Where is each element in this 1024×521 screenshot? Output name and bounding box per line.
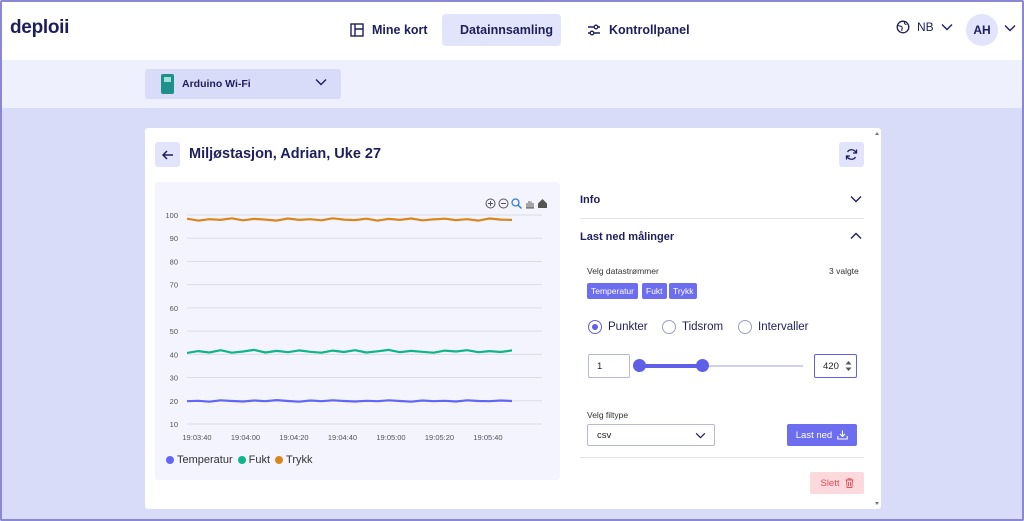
- stream-tag-trykk[interactable]: Trykk: [669, 283, 698, 299]
- legend-item-trykk[interactable]: Trykk: [275, 454, 313, 466]
- dataset-card: Miljøstasjon, Adrian, Uke 27 10 20 30 40 50 6…: [145, 128, 881, 509]
- nav-mine-kort[interactable]: Mine kort: [340, 14, 438, 46]
- chart-legend: Temperatur Fukt Trykk: [166, 454, 313, 466]
- x-tick-label: 19:04:40: [328, 433, 357, 442]
- delete-button[interactable]: Slett: [810, 472, 864, 494]
- chevron-down-icon[interactable]: [1004, 24, 1016, 32]
- language-selector[interactable]: NB: [896, 20, 953, 34]
- device-name: Arduino Wi-Fi: [182, 78, 251, 90]
- back-button[interactable]: [155, 142, 180, 167]
- accordion-title: Last ned målinger: [580, 231, 675, 243]
- chevron-up-icon: [850, 232, 862, 239]
- x-tick-label: 19:04:00: [231, 433, 260, 442]
- radio-label: Tidsrom: [682, 321, 724, 333]
- radio-label: Intervaller: [758, 321, 809, 333]
- radio-label: Punkter: [608, 321, 648, 333]
- download-button[interactable]: Last ned: [787, 424, 857, 446]
- range-slider-thumb-start[interactable]: [633, 359, 646, 372]
- legend-item-temperatur[interactable]: Temperatur: [166, 454, 233, 466]
- y-tick-label: 80: [170, 257, 178, 266]
- y-tick-label: 40: [170, 350, 178, 359]
- globe-icon: [896, 20, 910, 34]
- range-end-value: 420: [823, 360, 839, 372]
- top-navigation: deploii Mine kort Datainnsamling Kontrol…: [0, 0, 1024, 60]
- filetype-value: csv: [597, 429, 612, 441]
- legend-dot: [237, 456, 246, 464]
- series-line-temperatur: [186, 399, 513, 403]
- dashboard-icon: [350, 23, 364, 37]
- chevron-down-icon: [695, 432, 706, 439]
- download-button-label: Last ned: [795, 429, 833, 441]
- nav-label: Datainnsamling: [460, 23, 554, 37]
- divider: [580, 457, 864, 458]
- card-scrollbar[interactable]: [875, 132, 879, 505]
- streams-count: 3 valgte: [829, 266, 859, 276]
- radio-intervaller[interactable]: Intervaller: [738, 320, 809, 334]
- trash-icon: [845, 478, 853, 488]
- logo[interactable]: deploii: [10, 17, 69, 39]
- streams-label: Velg datastrømmer: [587, 266, 659, 276]
- language-code: NB: [917, 20, 934, 34]
- arrow-left-icon: [161, 149, 173, 160]
- x-tick-label: 19:05:40: [473, 433, 502, 442]
- legend-label: Temperatur: [177, 454, 233, 466]
- series-line-trykk: [186, 217, 513, 222]
- radio-button: [738, 320, 752, 334]
- y-tick-label: 70: [170, 281, 178, 290]
- legend-label: Trykk: [286, 454, 313, 466]
- accordion-download[interactable]: Last ned målinger: [580, 219, 864, 255]
- x-tick-label: 19:05:20: [425, 433, 454, 442]
- user-avatar[interactable]: AH: [966, 14, 998, 46]
- range-end-input[interactable]: 420: [814, 354, 857, 378]
- download-icon: [837, 430, 848, 440]
- nav-label: Mine kort: [372, 23, 428, 37]
- line-chart: 10 20 30 40 50 60 70 80 90 100 19:03:40 19:04:00 19:…: [165, 211, 542, 442]
- legend-label: Fukt: [248, 454, 271, 466]
- y-tick-label: 20: [170, 397, 178, 406]
- chevron-down-icon: [850, 196, 862, 203]
- accordion-title: Info: [580, 194, 601, 206]
- chart-panel: 10 20 30 40 50 60 70 80 90 100 19:03:40 19:04:00 19:…: [155, 182, 560, 480]
- nav-kontrollpanel[interactable]: Kontrollpanel: [577, 14, 700, 46]
- range-slider-fill: [640, 364, 702, 368]
- delete-button-label: Slett: [820, 477, 840, 489]
- legend-dot: [166, 456, 174, 464]
- arduino-icon: [161, 74, 174, 94]
- accordion-info[interactable]: Info: [580, 182, 864, 218]
- legend-dot: [275, 456, 284, 464]
- y-tick-label: 90: [170, 234, 178, 243]
- stepper-icon[interactable]: [845, 360, 852, 372]
- x-tick-label: 19:05:00: [376, 433, 405, 442]
- range-slider-thumb-end[interactable]: [696, 359, 709, 372]
- radio-button: [662, 320, 676, 334]
- y-tick-label: 60: [170, 304, 178, 313]
- legend-item-fukt[interactable]: Fukt: [237, 454, 271, 466]
- stream-tag-fukt[interactable]: Fukt: [642, 283, 667, 299]
- filetype-select[interactable]: csv: [587, 424, 715, 446]
- device-bar: Arduino Wi-Fi: [0, 60, 1024, 108]
- radio-button: [588, 320, 602, 334]
- nav-datainnsamling[interactable]: Datainnsamling: [442, 14, 561, 46]
- series-line-fukt: [186, 348, 513, 354]
- y-tick-label: 10: [170, 420, 178, 429]
- page-title: Miljøstasjon, Adrian, Uke 27: [189, 146, 382, 162]
- x-tick-label: 19:04:20: [279, 433, 308, 442]
- device-selector[interactable]: Arduino Wi-Fi: [145, 69, 341, 99]
- sliders-icon: [588, 24, 600, 36]
- radio-tidsrom[interactable]: Tidsrom: [662, 320, 723, 334]
- y-tick-label: 30: [170, 374, 178, 383]
- stream-tag-temperatur[interactable]: Temperatur: [587, 283, 638, 299]
- refresh-button[interactable]: [839, 142, 864, 167]
- y-tick-label: 50: [170, 327, 178, 336]
- filetype-label: Velg filtype: [587, 410, 629, 420]
- refresh-icon: [845, 149, 858, 160]
- y-tick-label: 100: [165, 211, 178, 220]
- radio-punkter[interactable]: Punkter: [588, 320, 648, 334]
- nav-label: Kontrollpanel: [609, 23, 690, 37]
- chevron-down-icon: [941, 24, 953, 31]
- x-tick-label: 19:03:40: [182, 433, 211, 442]
- range-start-input[interactable]: 1: [588, 354, 630, 378]
- chevron-down-icon: [315, 79, 327, 86]
